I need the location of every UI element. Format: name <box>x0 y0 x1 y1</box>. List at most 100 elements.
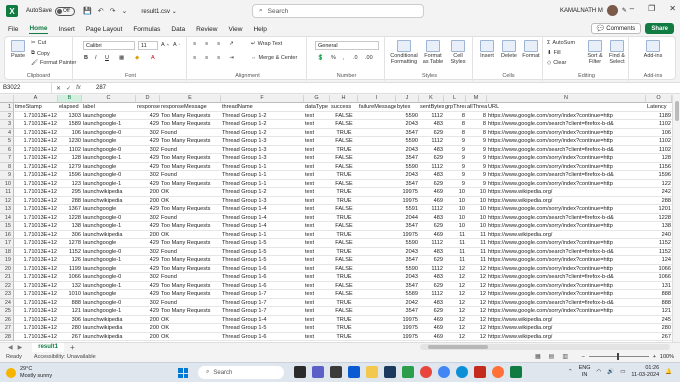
table-cell[interactable]: text <box>304 137 330 146</box>
table-cell[interactable]: 9 <box>466 163 487 172</box>
table-cell[interactable]: https://www.google.com/search?client=fir… <box>487 146 646 155</box>
table-cell[interactable]: 9 <box>466 146 487 155</box>
row-header[interactable]: 15 <box>0 222 14 231</box>
enter-icon[interactable]: ✓ <box>66 85 71 92</box>
comments-button[interactable]: 💬 Comments <box>590 23 642 34</box>
table-cell[interactable]: Thread Group 1-3 <box>221 137 304 146</box>
zoom-level[interactable]: 100% <box>660 354 674 360</box>
table-cell[interactable]: launchwikipedia <box>82 188 136 197</box>
table-cell[interactable]: 280 <box>646 324 672 333</box>
table-cell[interactable] <box>358 112 396 121</box>
shrink-font-icon[interactable]: Aˇ <box>173 42 180 48</box>
row-header[interactable]: 11 <box>0 188 14 197</box>
table-cell[interactable]: text <box>304 214 330 223</box>
table-cell[interactable]: 306 <box>58 316 82 325</box>
table-cell[interactable]: TRUE <box>330 299 358 308</box>
accessibility-status[interactable]: Accessibility: Unavailable <box>34 354 96 360</box>
table-cell[interactable]: FALSE <box>330 180 358 189</box>
add-sheet-button[interactable]: + <box>70 343 75 352</box>
header-cell[interactable]: Latency <box>646 103 672 112</box>
table-cell[interactable]: 9 <box>444 146 466 155</box>
table-cell[interactable]: 1102 <box>646 146 672 155</box>
header-cell[interactable]: bytes <box>396 103 419 112</box>
table-cell[interactable]: 10 <box>444 188 466 197</box>
tab-data[interactable]: Data <box>171 26 185 33</box>
header-cell[interactable]: URL <box>487 103 646 112</box>
table-cell[interactable]: TRUE <box>330 316 358 325</box>
table-cell[interactable]: 1303 <box>58 112 82 121</box>
table-cell[interactable] <box>358 239 396 248</box>
table-cell[interactable] <box>358 299 396 308</box>
table-cell[interactable]: 2043 <box>396 120 419 129</box>
table-cell[interactable] <box>358 197 396 206</box>
table-cell[interactable]: 3547 <box>396 180 419 189</box>
tab-home[interactable]: Home <box>29 25 48 34</box>
table-cell[interactable]: 1228 <box>646 214 672 223</box>
table-cell[interactable]: 11 <box>444 231 466 240</box>
column-header-h[interactable]: H <box>330 95 358 103</box>
table-cell[interactable]: 429 <box>136 205 160 214</box>
table-cell[interactable]: 12 <box>444 265 466 274</box>
restore-icon[interactable]: ❐ <box>648 4 655 13</box>
table-cell[interactable]: 1.71013E+12 <box>14 129 58 138</box>
chrome-icon[interactable] <box>438 366 450 378</box>
row-header[interactable]: 13 <box>0 205 14 214</box>
table-cell[interactable] <box>358 324 396 333</box>
table-cell[interactable]: 483 <box>419 214 444 223</box>
table-cell[interactable]: launchgoogle <box>82 163 136 172</box>
table-cell[interactable]: text <box>304 324 330 333</box>
fill-color-icon[interactable]: ◆ <box>135 55 139 61</box>
table-cell[interactable]: 12 <box>466 333 487 342</box>
table-cell[interactable]: 10 <box>466 197 487 206</box>
table-cell[interactable]: 121 <box>58 307 82 316</box>
table-cell[interactable]: 1066 <box>646 273 672 282</box>
table-cell[interactable]: https://www.google.com/sorry/index?conti… <box>487 290 646 299</box>
table-cell[interactable]: text <box>304 273 330 282</box>
table-cell[interactable]: launchgoogle-1 <box>82 180 136 189</box>
table-cell[interactable]: FALSE <box>330 154 358 163</box>
table-cell[interactable]: FALSE <box>330 265 358 274</box>
table-cell[interactable]: 1112 <box>419 290 444 299</box>
table-cell[interactable]: https://www.google.com/sorry/index?conti… <box>487 265 646 274</box>
table-cell[interactable]: text <box>304 307 330 316</box>
table-cell[interactable]: 280 <box>58 324 82 333</box>
table-cell[interactable]: 8 <box>444 112 466 121</box>
table-cell[interactable]: launchwikipedia <box>82 316 136 325</box>
wrap-text-button[interactable]: ↵ Wrap Text <box>251 41 282 47</box>
table-cell[interactable]: 8 <box>444 129 466 138</box>
table-cell[interactable]: FALSE <box>330 307 358 316</box>
table-cell[interactable]: https://www.wikipedia.org/ <box>487 333 646 342</box>
table-cell[interactable]: https://www.google.com/sorry/index?conti… <box>487 180 646 189</box>
table-cell[interactable]: 1.71013E+12 <box>14 299 58 308</box>
tab-insert[interactable]: Insert <box>59 26 75 33</box>
table-cell[interactable]: text <box>304 256 330 265</box>
table-cell[interactable]: 9 <box>466 154 487 163</box>
table-cell[interactable]: 12 <box>466 290 487 299</box>
table-cell[interactable]: 429 <box>136 137 160 146</box>
table-cell[interactable]: 1066 <box>58 273 82 282</box>
table-cell[interactable]: Too Many Requests <box>160 112 221 121</box>
table-cell[interactable]: 5591 <box>396 205 419 214</box>
table-cell[interactable]: https://www.google.com/search?client=fir… <box>487 120 646 129</box>
table-cell[interactable]: 9 <box>444 171 466 180</box>
zoom-slider[interactable] <box>588 353 649 360</box>
table-cell[interactable]: 8 <box>466 129 487 138</box>
table-cell[interactable] <box>358 265 396 274</box>
table-cell[interactable]: Thread Group 1-7 <box>221 307 304 316</box>
table-cell[interactable]: TRUE <box>330 231 358 240</box>
table-cell[interactable]: 1189 <box>646 112 672 121</box>
table-cell[interactable]: FALSE <box>330 282 358 291</box>
table-cell[interactable]: https://www.google.com/search?client=fir… <box>487 214 646 223</box>
column-header-j[interactable]: J <box>396 95 419 103</box>
table-cell[interactable]: 483 <box>419 146 444 155</box>
table-cell[interactable]: 1112 <box>419 163 444 172</box>
table-cell[interactable]: launchgoogle-1 <box>82 282 136 291</box>
autosave[interactable]: AutoSave Off <box>26 6 76 16</box>
table-cell[interactable] <box>358 290 396 299</box>
table-cell[interactable]: 9 <box>444 154 466 163</box>
vertical-scrollbar[interactable] <box>672 95 680 342</box>
percent-icon[interactable]: % <box>331 55 336 61</box>
table-cell[interactable]: 2043 <box>396 248 419 257</box>
table-cell[interactable]: 302 <box>136 129 160 138</box>
table-cell[interactable]: TRUE <box>330 171 358 180</box>
